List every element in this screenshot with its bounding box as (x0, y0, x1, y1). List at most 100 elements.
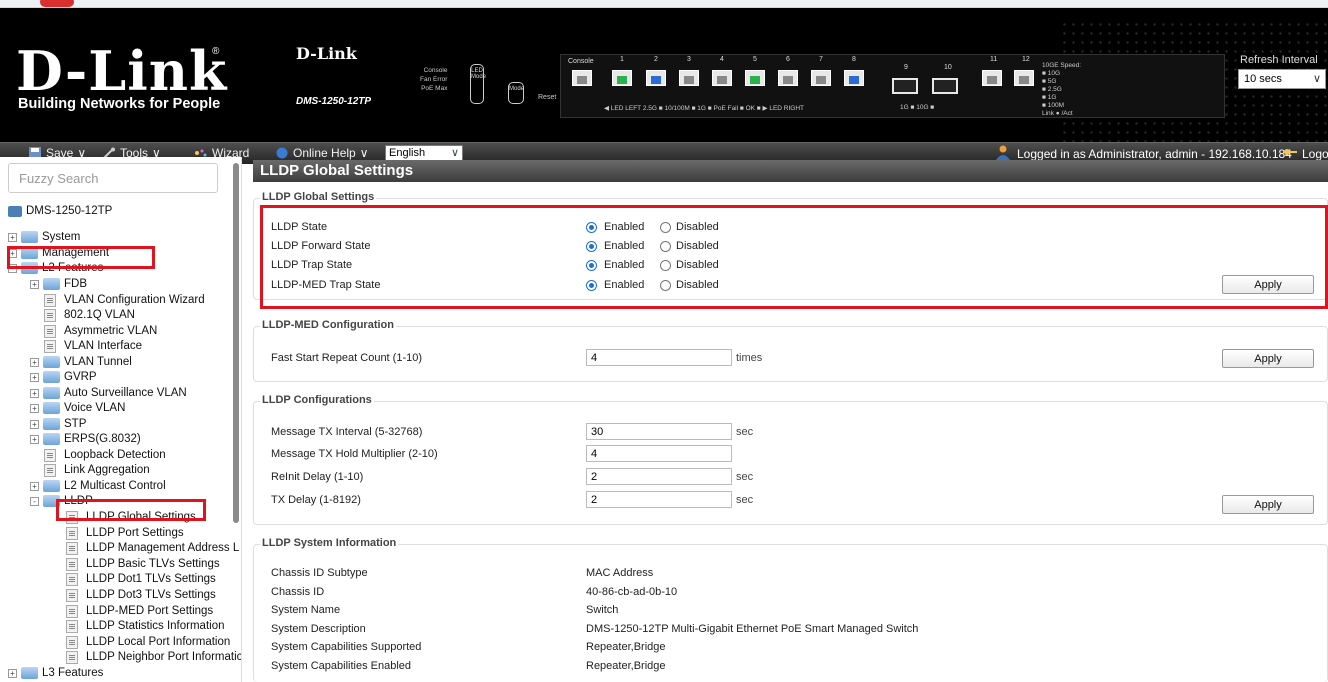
sidebar-item-802-1q-vlan[interactable]: 802.1Q VLAN (44, 307, 135, 323)
expand-icon[interactable]: + (30, 388, 39, 398)
expand-icon[interactable]: + (30, 372, 39, 382)
expand-icon[interactable]: + (8, 232, 17, 242)
sidebar-item-lldp-port-settings[interactable]: LLDP Port Settings (66, 525, 184, 541)
sidebar-item-erps-g-8032[interactable]: + ERPS(G.8032) (30, 431, 141, 447)
sidebar-item-lldp-dot3-tlvs-settings[interactable]: LLDP Dot3 TLVs Settings (66, 587, 216, 603)
content-area: LLDP Global Settings LLDP Global Setting… (253, 160, 1328, 682)
sidebar-item-label: LLDP Dot1 TLVs Settings (86, 573, 216, 585)
port-number: 8 (852, 56, 856, 63)
sidebar-item-label: Loopback Detection (64, 449, 166, 461)
sidebar-item-l3-features[interactable]: + L3 Features (8, 665, 103, 681)
sidebar-item-management[interactable]: + Management (8, 245, 109, 261)
expand-icon[interactable]: + (30, 434, 39, 444)
sidebar-item-lldp-management-address-l[interactable]: LLDP Management Address L (66, 540, 239, 556)
config-input[interactable]: 2 (586, 468, 732, 485)
sidebar-item-lldp-local-port-information[interactable]: LLDP Local Port Information (66, 634, 230, 650)
sidebar-item-label: LLDP Statistics Information (86, 620, 225, 632)
config-input[interactable]: 4 (586, 445, 732, 462)
config-label: ReInit Delay (1-10) (271, 471, 364, 483)
refresh-interval-value: 10 secs (1244, 73, 1282, 85)
sidebar-item-voice-vlan[interactable]: + Voice VLAN (30, 400, 125, 416)
folder-icon (43, 356, 60, 368)
port-number: 7 (819, 56, 823, 63)
config-input[interactable]: 30 (586, 423, 732, 440)
registered-mark: ® (212, 46, 220, 57)
page-icon (44, 448, 56, 462)
sidebar-item-label: LLDP Neighbor Port Informatic (86, 651, 242, 663)
sidebar-item-gvrp[interactable]: + GVRP (30, 369, 97, 385)
sidebar-item-lldp-med-port-settings[interactable]: LLDP-MED Port Settings (66, 603, 213, 619)
config-label: TX Delay (1-8192) (271, 494, 361, 506)
page-icon (66, 572, 78, 586)
sidebar-item-stp[interactable]: + STP (30, 416, 86, 432)
disabled-radio[interactable] (660, 222, 671, 233)
fast-start-repeat-input[interactable]: 4 (586, 349, 732, 366)
brand-small: D-Link (296, 44, 357, 63)
page-icon (44, 463, 56, 477)
sidebar-item-asymmetric-vlan[interactable]: Asymmetric VLAN (44, 323, 157, 339)
expand-icon[interactable]: + (30, 419, 39, 429)
med-apply-button[interactable]: Apply (1222, 349, 1314, 368)
sidebar-item-label: LLDP (64, 495, 93, 507)
sidebar-item-lldp-dot1-tlvs-settings[interactable]: LLDP Dot1 TLVs Settings (66, 571, 216, 587)
sidebar-item-vlan-interface[interactable]: VLAN Interface (44, 338, 142, 354)
sidebar-item-l2-features[interactable]: - L2 Features (8, 260, 103, 276)
ethernet-port (778, 70, 798, 86)
system-info-value: MAC Address (586, 567, 654, 579)
sidebar-item-lldp-basic-tlvs-settings[interactable]: LLDP Basic TLVs Settings (66, 556, 220, 572)
expand-icon[interactable]: + (30, 481, 39, 491)
sidebar-item-lldp-neighbor-port-informatic[interactable]: LLDP Neighbor Port Informatic (66, 649, 242, 665)
config-label: Message TX Interval (5-32768) (271, 426, 423, 438)
sidebar-item-label: L2 Features (42, 262, 104, 274)
sidebar-item-lldp-global-settings[interactable]: LLDP Global Settings (66, 509, 196, 525)
disabled-radio[interactable] (660, 241, 671, 252)
disabled-radio[interactable] (660, 280, 671, 291)
fuzzy-search-input[interactable]: Fuzzy Search (8, 163, 218, 193)
page-icon (66, 557, 78, 571)
sidebar-item-lldp[interactable]: - LLDP (30, 493, 93, 509)
expand-icon[interactable]: + (30, 403, 39, 413)
sfp-port (892, 78, 918, 94)
sidebar-item-auto-surveillance-vlan[interactable]: + Auto Surveillance VLAN (30, 385, 187, 401)
sidebar-item-loopback-detection[interactable]: Loopback Detection (44, 447, 166, 463)
global-apply-button[interactable]: Apply (1222, 275, 1314, 294)
sidebar-item-vlan-configuration-wizard[interactable]: VLAN Configuration Wizard (44, 292, 205, 308)
config-input[interactable]: 2 (586, 491, 732, 508)
enabled-radio[interactable] (586, 222, 597, 233)
collapse-icon[interactable]: - (8, 263, 17, 273)
sidebar-item-system[interactable]: + System (8, 229, 80, 245)
logout-button[interactable]: Logout (1283, 147, 1328, 161)
system-info-label: System Description (271, 622, 366, 635)
section-legend: LLDP System Information (260, 537, 399, 549)
enabled-radio[interactable] (586, 241, 597, 252)
disabled-radio[interactable] (660, 260, 671, 271)
sidebar-scrollbar[interactable] (233, 163, 239, 523)
reset-label: Reset (538, 94, 557, 101)
sidebar-item-fdb[interactable]: + FDB (30, 276, 87, 292)
sidebar-item-lldp-statistics-information[interactable]: LLDP Statistics Information (66, 618, 225, 634)
enabled-radio[interactable] (586, 260, 597, 271)
setting-label: LLDP-MED Trap State (271, 279, 381, 291)
refresh-interval-select[interactable]: 10 secs ∨ (1238, 69, 1326, 89)
enabled-radio[interactable] (586, 280, 597, 291)
expand-icon[interactable]: + (8, 668, 17, 678)
sidebar-item-vlan-tunnel[interactable]: + VLAN Tunnel (30, 354, 132, 370)
times-unit: times (736, 352, 763, 364)
tree-root[interactable]: DMS-1250-12TP (8, 203, 112, 219)
ethernet-port (844, 70, 864, 86)
system-info-value: Repeater,Bridge (586, 641, 666, 653)
expand-icon[interactable]: + (30, 357, 39, 367)
device-model: DMS-1250-12TP (296, 96, 372, 107)
sidebar-item-l2-multicast-control[interactable]: + L2 Multicast Control (30, 478, 166, 494)
collapse-icon[interactable]: - (30, 496, 39, 506)
ethernet-port (811, 70, 831, 86)
lldp-global-settings-section: LLDP Global Settings LLDP State Enabled Di… (253, 191, 1328, 300)
expand-icon[interactable]: + (8, 248, 17, 258)
folder-icon (43, 418, 60, 430)
expand-icon[interactable]: + (30, 279, 39, 289)
config-apply-button[interactable]: Apply (1222, 495, 1314, 514)
folder-icon (21, 667, 38, 679)
online-help-menu[interactable]: Online Help ∨ (275, 146, 369, 160)
sidebar-item-link-aggregation[interactable]: Link Aggregation (44, 462, 150, 478)
sidebar-item-label: LLDP Port Settings (86, 527, 184, 539)
